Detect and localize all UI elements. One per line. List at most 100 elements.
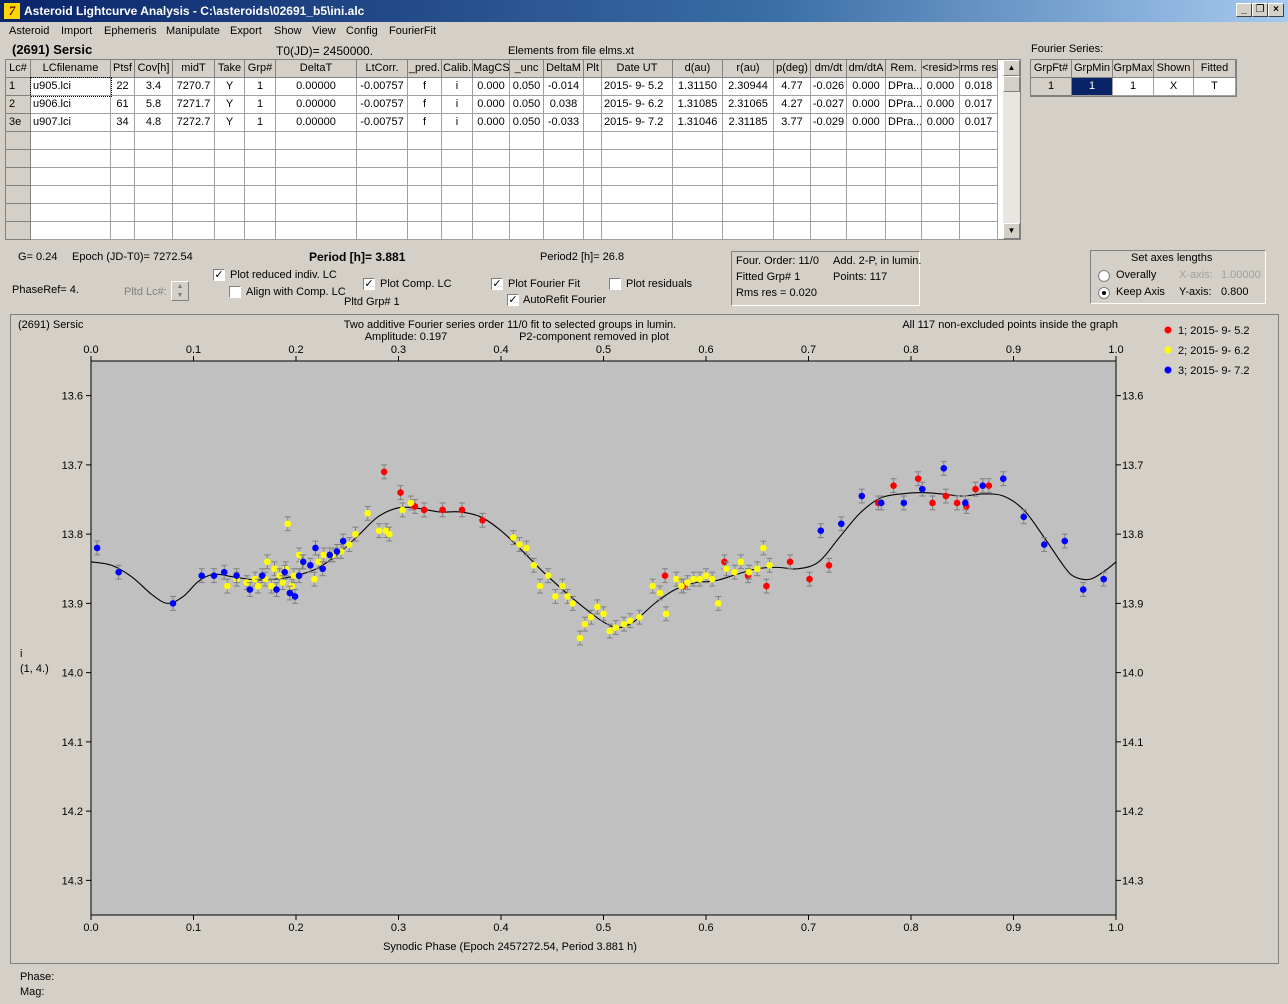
data-point[interactable]	[649, 582, 656, 590]
table-cell[interactable]	[811, 186, 847, 204]
data-point[interactable]	[326, 551, 334, 559]
data-point[interactable]	[581, 620, 589, 628]
table-cell[interactable]	[357, 168, 408, 186]
table-cell[interactable]: DPra...	[886, 114, 922, 132]
data-point[interactable]	[806, 575, 813, 583]
table-cell[interactable]	[811, 204, 847, 222]
data-point[interactable]	[439, 506, 446, 514]
table-cell[interactable]: 2.31065	[723, 96, 774, 114]
fs-column-header[interactable]: Shown	[1154, 60, 1194, 78]
lightcurve-table[interactable]: Lc# LCfilename Ptsf Cov[h] midT Take Grp# Delta…	[5, 59, 1021, 240]
table-cell[interactable]	[473, 186, 510, 204]
table-cell[interactable]	[886, 186, 922, 204]
data-point[interactable]	[364, 510, 372, 517]
data-point[interactable]	[723, 565, 730, 573]
table-cell[interactable]: -0.00757	[357, 114, 408, 132]
table-cell[interactable]	[408, 132, 442, 150]
table-cell[interactable]	[673, 186, 723, 204]
table-cell[interactable]	[357, 186, 408, 204]
data-point[interactable]	[587, 613, 595, 621]
table-cell[interactable]	[602, 204, 673, 222]
table-cell[interactable]	[111, 186, 135, 204]
table-cell[interactable]	[847, 186, 886, 204]
data-point[interactable]	[254, 582, 262, 590]
table-cell[interactable]	[276, 186, 357, 204]
data-point[interactable]	[312, 544, 319, 552]
data-point[interactable]	[600, 610, 607, 618]
table-cell[interactable]	[276, 222, 357, 240]
data-point[interactable]	[708, 575, 716, 583]
data-point[interactable]	[626, 617, 634, 624]
table-cell[interactable]: 0.050	[510, 78, 544, 96]
table-cell[interactable]: 4.77	[774, 78, 811, 96]
data-point[interactable]	[559, 582, 566, 590]
data-point[interactable]	[612, 624, 620, 631]
table-cell[interactable]: 2015- 9- 5.2	[602, 78, 673, 96]
table-cell[interactable]	[31, 168, 111, 186]
data-point[interactable]	[569, 600, 577, 607]
column-header[interactable]: DeltaT	[276, 60, 357, 78]
table-cell[interactable]: f	[408, 78, 442, 96]
table-cell[interactable]	[173, 204, 215, 222]
table-cell[interactable]	[245, 222, 276, 240]
table-cell[interactable]: -0.033	[544, 114, 584, 132]
table-cell[interactable]	[357, 222, 408, 240]
data-point[interactable]	[1020, 513, 1028, 521]
data-point[interactable]	[731, 568, 738, 576]
column-header[interactable]: Rem.	[886, 60, 922, 78]
table-cell[interactable]: 0.050	[510, 96, 544, 114]
column-header[interactable]: Ptsf	[111, 60, 135, 78]
data-point[interactable]	[985, 482, 993, 489]
table-cell[interactable]: -0.00757	[357, 96, 408, 114]
data-point[interactable]	[877, 499, 885, 507]
data-point[interactable]	[999, 475, 1007, 483]
table-cell[interactable]	[510, 186, 544, 204]
table-cell[interactable]	[111, 222, 135, 240]
table-cell[interactable]	[544, 186, 584, 204]
data-point[interactable]	[940, 465, 948, 472]
row-header[interactable]	[6, 132, 31, 150]
column-header[interactable]: Grp#	[245, 60, 276, 78]
table-cell[interactable]: i	[442, 78, 473, 96]
table-cell[interactable]	[135, 204, 173, 222]
column-header[interactable]: midT	[173, 60, 215, 78]
table-cell[interactable]: u905.lci	[30, 77, 112, 97]
table-cell[interactable]: 0.00000	[276, 96, 357, 114]
column-header[interactable]: MagCS	[473, 60, 510, 78]
table-cell[interactable]	[111, 150, 135, 168]
data-point[interactable]	[320, 551, 327, 559]
menu-config[interactable]: Config	[346, 25, 378, 37]
data-point[interactable]	[299, 558, 307, 566]
table-cell[interactable]	[811, 132, 847, 150]
table-cell[interactable]	[584, 186, 602, 204]
table-cell[interactable]: DPra...	[886, 78, 922, 96]
plot-residuals-checkbox[interactable]	[609, 278, 621, 290]
table-cell[interactable]	[408, 186, 442, 204]
table-cell[interactable]	[960, 168, 998, 186]
table-cell[interactable]: 1	[245, 114, 276, 132]
table-cell[interactable]	[442, 222, 473, 240]
data-point[interactable]	[745, 568, 753, 576]
table-cell[interactable]	[847, 168, 886, 186]
row-header[interactable]: 1	[6, 78, 31, 96]
data-point[interactable]	[536, 582, 544, 590]
table-cell[interactable]	[442, 150, 473, 168]
table-cell[interactable]: 7271.7	[173, 96, 215, 114]
column-header[interactable]: LCfilename	[31, 60, 111, 78]
column-header[interactable]: dm/dtA	[847, 60, 886, 78]
table-cell[interactable]	[135, 132, 173, 150]
table-cell[interactable]: -0.029	[811, 114, 847, 132]
y-axis-value[interactable]: 0.800	[1221, 286, 1249, 298]
close-icon[interactable]: ×	[1268, 3, 1284, 17]
menu-import[interactable]: Import	[61, 25, 92, 37]
table-cell[interactable]: 1	[245, 78, 276, 96]
restore-icon[interactable]: ❐	[1252, 3, 1268, 17]
table-cell[interactable]	[442, 204, 473, 222]
table-cell[interactable]: 0.017	[960, 96, 998, 114]
table-cell[interactable]: Y	[215, 78, 245, 96]
data-point[interactable]	[258, 572, 266, 579]
table-cell[interactable]	[135, 222, 173, 240]
table-cell[interactable]	[215, 186, 245, 204]
table-cell[interactable]: Y	[215, 114, 245, 132]
column-header[interactable]: dm/dt	[811, 60, 847, 78]
